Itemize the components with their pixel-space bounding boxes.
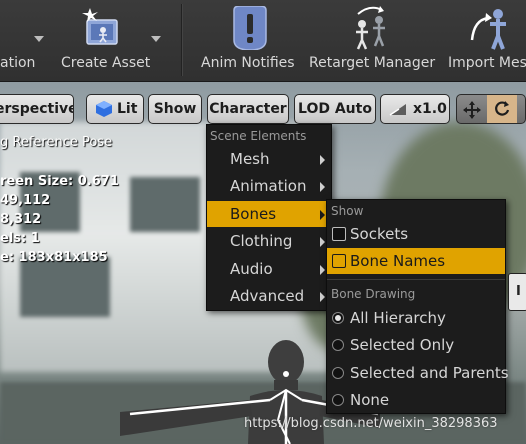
menu-item-bones[interactable]: Bones bbox=[207, 201, 331, 227]
playback-speed-button[interactable]: x1.0 bbox=[380, 94, 450, 124]
lit-label: Lit bbox=[117, 101, 138, 117]
show-button[interactable]: Show bbox=[148, 94, 202, 124]
lit-button[interactable]: Lit bbox=[86, 94, 144, 124]
chevron-right-icon bbox=[320, 155, 325, 165]
stats-uv-channels: els: 1 bbox=[0, 231, 40, 246]
chevron-right-icon bbox=[320, 265, 325, 275]
stats-approx-size: e: 183x81x185 bbox=[0, 250, 108, 265]
menu-item-label: All Hierarchy bbox=[350, 309, 446, 327]
chevron-right-icon bbox=[320, 292, 325, 302]
perspective-button[interactable]: erspective bbox=[0, 94, 74, 124]
bone-drawing-section-header: Bone Drawing bbox=[331, 287, 416, 301]
none-radio[interactable] bbox=[332, 394, 344, 406]
import-mesh-icon bbox=[470, 9, 506, 50]
gizmo-group bbox=[456, 94, 526, 124]
character-button[interactable]: Character bbox=[207, 94, 289, 124]
menu-item-label: Bone Names bbox=[350, 252, 446, 270]
menu-item-selected-and-parents[interactable]: Selected and Parents bbox=[327, 360, 509, 386]
watermark: https://blog.csdn.net/weixin_38298363 bbox=[244, 416, 498, 431]
toolbar-anim-notifies-button[interactable]: Anim Notifies bbox=[198, 0, 298, 82]
playback-speed-label: x1.0 bbox=[413, 101, 447, 117]
retarget-manager-icon bbox=[356, 6, 385, 50]
menu-item-mesh[interactable]: Mesh bbox=[207, 146, 331, 172]
menu-item-clothing[interactable]: Clothing bbox=[207, 228, 331, 254]
menu-item-bone-names[interactable]: Bone Names bbox=[327, 248, 505, 274]
character-menu: Scene Elements Mesh Animation Bones Clot… bbox=[206, 124, 332, 311]
viewport-stats: g Reference Pose reen Size: 0.671 49,112… bbox=[0, 133, 119, 267]
perspective-label: erspective bbox=[0, 101, 74, 117]
toolbar-import-mesh-button[interactable]: Import Mesh bbox=[446, 0, 526, 82]
create-asset-icon bbox=[82, 8, 118, 45]
toolbar-import-mesh-label: Import Mesh bbox=[448, 55, 526, 71]
toolbar-create-asset-label: Create Asset bbox=[61, 55, 151, 71]
menu-item-selected-only[interactable]: Selected Only bbox=[327, 332, 505, 358]
menu-item-all-hierarchy[interactable]: All Hierarchy bbox=[327, 305, 505, 331]
create-asset-dropdown-icon[interactable] bbox=[151, 36, 161, 42]
stats-triangles: 49,112 bbox=[0, 193, 51, 208]
tooltip-fragment: I bbox=[508, 273, 526, 311]
toolbar-create-asset-button[interactable]: Create Asset bbox=[58, 0, 162, 82]
menu-item-label: Clothing bbox=[230, 232, 293, 250]
menu-item-advanced[interactable]: Advanced bbox=[207, 283, 331, 309]
anim-notifies-icon bbox=[233, 6, 267, 50]
all-hierarchy-radio[interactable] bbox=[332, 312, 344, 324]
rotate-gizmo-icon bbox=[495, 101, 510, 116]
selected-only-radio[interactable] bbox=[332, 339, 344, 351]
show-label: Show bbox=[153, 101, 197, 117]
menu-item-label: Audio bbox=[230, 260, 273, 278]
character-label: Character bbox=[209, 101, 287, 117]
show-section-header: Show bbox=[331, 204, 364, 218]
menu-separator bbox=[327, 279, 505, 280]
lod-auto-label: LOD Auto bbox=[298, 101, 372, 117]
chevron-right-icon bbox=[320, 210, 325, 220]
selected-and-parents-radio[interactable] bbox=[332, 367, 344, 379]
tooltip-text: I bbox=[516, 284, 521, 299]
toolbar-anim-notifies-label: Anim Notifies bbox=[201, 55, 295, 71]
menu-item-label: Bones bbox=[230, 205, 277, 223]
playback-speed-icon bbox=[389, 104, 406, 116]
bones-submenu: Show Sockets Bone Names Bone Drawing All… bbox=[326, 199, 509, 414]
lit-cube-icon bbox=[96, 101, 112, 117]
chevron-right-icon bbox=[320, 182, 325, 192]
menu-item-label: Mesh bbox=[230, 150, 270, 168]
menu-item-label: Advanced bbox=[230, 287, 305, 305]
menu-item-none[interactable]: None bbox=[327, 387, 505, 413]
scene-elements-header: Scene Elements bbox=[210, 129, 307, 143]
toolbar-retarget-manager-button[interactable]: Retarget Manager bbox=[306, 0, 436, 82]
sockets-checkbox[interactable] bbox=[332, 227, 346, 241]
menu-item-label: Selected and Parents bbox=[350, 364, 509, 382]
menu-item-animation[interactable]: Animation bbox=[207, 173, 331, 199]
menu-item-label: Animation bbox=[230, 177, 307, 195]
menu-item-label: Sockets bbox=[350, 225, 409, 243]
toolbar-separator bbox=[181, 4, 183, 76]
menu-item-label: Selected Only bbox=[350, 336, 455, 354]
bone-names-checkbox[interactable] bbox=[332, 254, 346, 268]
toolbar-animation-label: ation bbox=[0, 55, 36, 71]
main-toolbar: ation Create Asset Anim Notifies Retarge… bbox=[0, 0, 526, 82]
menu-item-sockets[interactable]: Sockets bbox=[327, 221, 505, 247]
menu-item-audio[interactable]: Audio bbox=[207, 256, 331, 282]
stats-pose: g Reference Pose bbox=[0, 135, 113, 150]
toolbar-retarget-manager-label: Retarget Manager bbox=[309, 55, 436, 71]
animation-dropdown-icon[interactable] bbox=[34, 36, 44, 42]
lod-auto-button[interactable]: LOD Auto bbox=[294, 94, 376, 124]
chevron-right-icon bbox=[320, 237, 325, 247]
stats-vertices: 8,312 bbox=[0, 212, 42, 227]
stats-screen-size: reen Size: 0.671 bbox=[0, 174, 119, 189]
translate-gizmo-icon[interactable] bbox=[463, 101, 481, 119]
rotate-gizmo-button[interactable] bbox=[487, 95, 517, 123]
menu-item-label: None bbox=[350, 391, 390, 409]
background-window bbox=[130, 177, 200, 232]
